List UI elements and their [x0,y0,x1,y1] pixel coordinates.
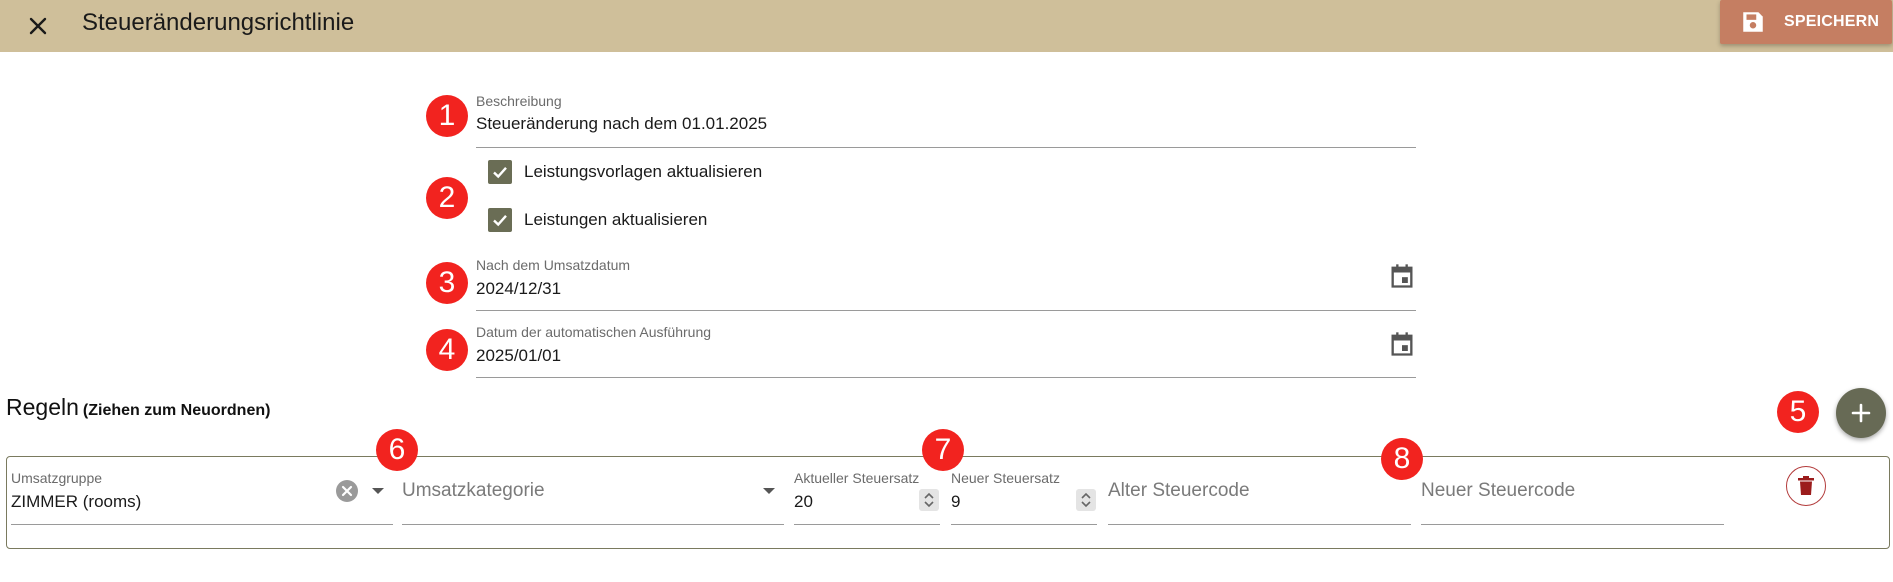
rules-subtitle: (Ziehen zum Neuordnen) [82,402,271,419]
old-tax-code-input[interactable]: Alter Steuercode [1108,480,1250,502]
revenue-group-label: Umsatzgruppe [11,470,103,486]
annotation-badge-4: 4 [426,329,468,371]
current-rate-underline [794,524,940,525]
annotation-badge-5: 5 [1777,391,1819,433]
annotation-badge-6: 6 [376,429,418,471]
calendar-icon[interactable] [1388,330,1416,358]
close-icon [29,17,47,35]
revenue-group-underline [11,524,393,525]
checkbox-update-service-templates[interactable] [488,160,512,184]
checkbox-update-services[interactable] [488,208,512,232]
rules-section-title: Regeln (Ziehen zum Neuordnen) [6,394,270,421]
current-rate-stepper[interactable] [919,489,939,511]
description-label: Beschreibung [476,93,562,109]
stepper-arrows-icon [1081,492,1091,508]
new-rate-label: Neuer Steuersatz [951,470,1060,486]
close-button[interactable] [20,8,56,44]
save-button[interactable]: SPEICHERN [1720,0,1892,44]
new-rate-underline [951,524,1097,525]
checkbox-label-service-templates: Leistungsvorlagen aktualisieren [524,162,763,181]
execution-date-input[interactable]: 2025/01/01 [476,346,561,366]
plus-icon [1851,403,1871,423]
after-date-label: Nach dem Umsatzdatum [476,257,631,273]
after-date-underline [476,310,1416,311]
check-icon [493,166,507,179]
stepper-arrows-icon [924,492,934,508]
clear-circle-icon[interactable] [335,479,359,503]
annotation-badge-2: 2 [426,177,468,219]
old-tax-code-underline [1108,524,1411,525]
caret-down-icon[interactable] [763,488,775,494]
current-rate-input[interactable]: 20 [794,492,813,512]
annotation-badge-8: 8 [1381,438,1423,480]
annotation-badge-7: 7 [922,429,964,471]
trash-icon [1798,476,1814,495]
save-button-label: SPEICHERN [1784,13,1880,30]
caret-down-icon[interactable] [372,488,384,494]
description-input[interactable]: Steueränderung nach dem 01.01.2025 [476,114,767,134]
new-tax-code-underline [1421,524,1724,525]
top-app-bar: Steueränderungsrichtlinie SPEICHERN [0,0,1893,52]
annotation-badge-3: 3 [426,262,468,304]
execution-date-label: Datum der automatischen Ausführung [476,324,712,340]
new-rate-stepper[interactable] [1076,489,1096,511]
check-icon [493,214,507,227]
revenue-category-underline [402,524,784,525]
floppy-disk-icon [1743,12,1763,32]
rules-title: Regeln [6,394,79,420]
annotation-badge-1: 1 [426,95,468,137]
revenue-category-select[interactable]: Umsatzkategorie [402,480,545,502]
revenue-group-select[interactable]: ZIMMER (rooms) [11,492,141,512]
calendar-icon[interactable] [1388,262,1416,290]
new-rate-input[interactable]: 9 [951,492,960,512]
new-tax-code-input[interactable]: Neuer Steuercode [1421,480,1575,502]
checkbox-label-services: Leistungen aktualisieren [524,210,708,229]
current-rate-label: Aktueller Steuersatz [794,470,920,486]
after-date-input[interactable]: 2024/12/31 [476,279,561,299]
add-rule-button[interactable] [1836,388,1886,438]
delete-rule-button[interactable] [1786,466,1826,506]
execution-date-underline [476,377,1416,378]
page-title: Steueränderungsrichtlinie [82,9,355,36]
description-underline [476,147,1416,148]
